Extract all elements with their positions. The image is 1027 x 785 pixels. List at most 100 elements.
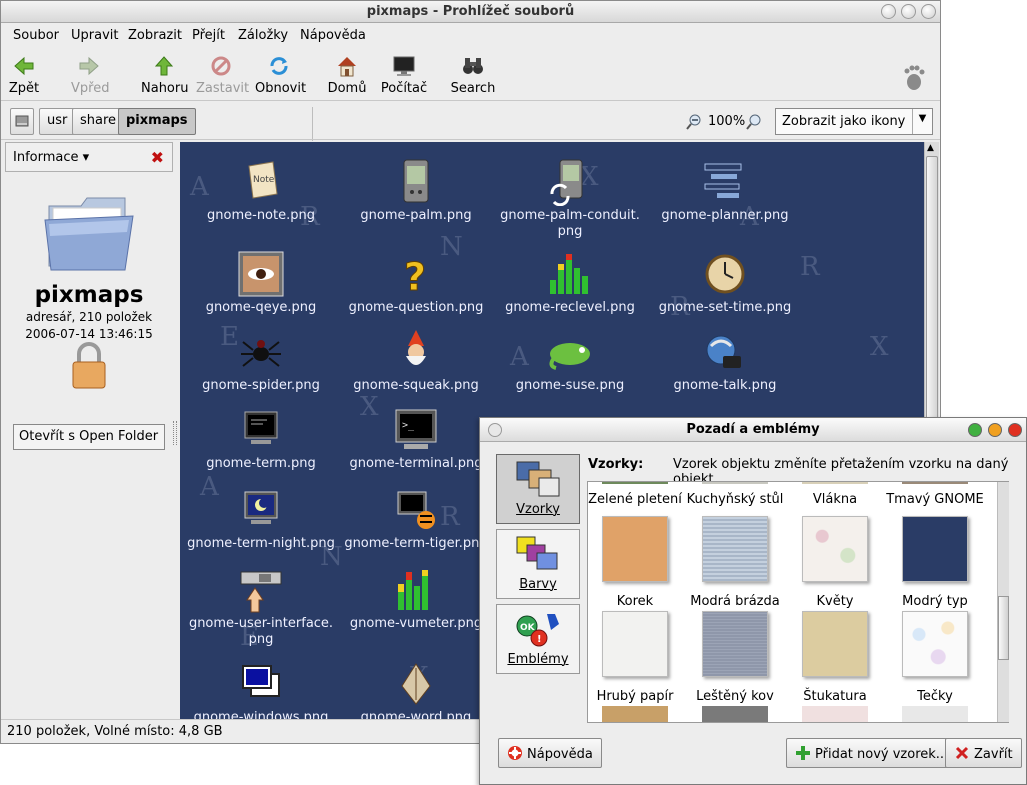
file-item[interactable]: gnome-qeye.png bbox=[180, 250, 346, 316]
swatch-partial[interactable] bbox=[602, 706, 668, 722]
swatch-scrollbar[interactable] bbox=[997, 482, 1009, 722]
up-arrow-icon bbox=[154, 56, 174, 76]
suse-chameleon-icon bbox=[549, 343, 590, 370]
swatch-grid[interactable]: Zelené pletení Kuchyňský stůl Vlákna Tma… bbox=[587, 481, 1009, 723]
stop-button[interactable]: Zastavit bbox=[196, 54, 249, 98]
menu-napoveda[interactable]: Nápověda bbox=[300, 28, 366, 43]
terminal-tiger-icon bbox=[397, 491, 435, 529]
dialog-maximize-button[interactable] bbox=[968, 423, 982, 437]
dialog-close-button[interactable] bbox=[1008, 423, 1022, 437]
path-button-usr[interactable]: usr bbox=[39, 108, 76, 135]
location-bar: usr share pixmaps 100% Zobrazit jako iko… bbox=[1, 102, 940, 140]
file-item[interactable]: >_ gnome-terminal.png bbox=[331, 406, 501, 472]
swatch-flowers[interactable]: Květy bbox=[785, 516, 885, 609]
menu-upravit[interactable]: Upravit bbox=[71, 28, 118, 43]
swatch-dots[interactable]: Tečky bbox=[885, 611, 985, 704]
stop-icon bbox=[211, 56, 231, 76]
forward-button[interactable]: Vpřed bbox=[71, 54, 109, 98]
open-with-button[interactable]: Otevřít s Open Folder bbox=[13, 424, 165, 450]
file-item[interactable]: gnome-palm.png bbox=[331, 158, 501, 224]
help-button[interactable]: Nápověda bbox=[498, 738, 602, 768]
swatch-stucco[interactable]: Štukatura bbox=[785, 611, 885, 704]
patterns-heading: Vzorky: bbox=[588, 457, 644, 472]
swatch-blue-type[interactable]: Modrý typ bbox=[885, 516, 985, 609]
minimize-button[interactable] bbox=[881, 4, 896, 19]
dialog-minimize-button[interactable] bbox=[988, 423, 1002, 437]
file-item[interactable]: gnome-spider.png bbox=[180, 328, 346, 394]
menu-zalozky[interactable]: Záložky bbox=[238, 28, 288, 43]
svg-text:>_: >_ bbox=[402, 420, 415, 431]
menu-prejit[interactable]: Přejít bbox=[192, 28, 225, 43]
file-item[interactable]: gnome-term-night.png bbox=[180, 486, 346, 552]
file-item[interactable]: gnome-word.png bbox=[331, 660, 501, 719]
category-patterns[interactable]: Vzorky bbox=[496, 454, 580, 524]
view-mode-select[interactable]: Zobrazit jako ikony ▼ bbox=[775, 108, 933, 135]
close-sidebar-icon[interactable]: ✖ bbox=[151, 148, 164, 167]
menu-soubor[interactable]: Soubor bbox=[13, 28, 59, 43]
home-button[interactable]: Domů bbox=[327, 54, 367, 98]
swatch-partial[interactable] bbox=[702, 482, 768, 484]
file-item[interactable]: gnome-windows.png bbox=[180, 660, 346, 719]
patterns-icon bbox=[516, 461, 560, 497]
category-colors[interactable]: Barvy bbox=[496, 529, 580, 599]
back-arrow-icon bbox=[14, 56, 34, 76]
search-button[interactable]: Search bbox=[449, 54, 497, 98]
swatch-rough-paper[interactable]: Hrubý papír bbox=[588, 611, 685, 704]
sidebar-resize-handle[interactable] bbox=[173, 421, 177, 445]
swatch-cork[interactable]: Korek bbox=[588, 516, 685, 609]
swatch-label: Zelené pletení bbox=[588, 492, 682, 507]
file-item[interactable]: gnome-user-interface. png bbox=[180, 566, 346, 648]
up-button[interactable]: Nahoru bbox=[141, 54, 188, 98]
scroll-up-arrow[interactable]: ▲ bbox=[927, 143, 934, 153]
maximize-button[interactable] bbox=[901, 4, 916, 19]
file-item[interactable]: gnome-term-tiger.png bbox=[331, 486, 501, 552]
file-item[interactable]: gnome-suse.png bbox=[485, 328, 655, 394]
sidebar: Informace ▾ ✖ pixmaps adresář, 210 polož… bbox=[5, 142, 173, 717]
path-button-pixmaps[interactable]: pixmaps bbox=[118, 108, 196, 135]
scrollbar-thumb[interactable] bbox=[998, 596, 1009, 660]
swatch-brushed-metal[interactable]: Leštěný kov bbox=[685, 611, 785, 704]
file-item[interactable]: gnome-reclevel.png bbox=[485, 250, 655, 316]
swatch-blue-ridge[interactable]: Modrá brázda bbox=[685, 516, 785, 609]
title-bar[interactable]: pixmaps - Prohlížeč souborů bbox=[1, 1, 940, 23]
computer-button[interactable]: Počítač bbox=[379, 54, 429, 98]
close-button[interactable] bbox=[921, 4, 936, 19]
swatch-partial[interactable] bbox=[902, 482, 968, 484]
svg-text:!: ! bbox=[537, 634, 542, 645]
swatch-partial[interactable] bbox=[702, 706, 768, 722]
add-pattern-button[interactable]: Přidat nový vzorek... bbox=[786, 738, 958, 768]
root-path-button[interactable] bbox=[10, 108, 34, 135]
terminal-night-icon bbox=[244, 491, 278, 524]
forward-arrow-icon bbox=[79, 56, 99, 76]
reload-button[interactable]: Obnovit bbox=[255, 54, 306, 98]
close-dialog-button[interactable]: Zavřít bbox=[945, 738, 1022, 768]
file-item[interactable]: ? gnome-question.png bbox=[331, 250, 501, 316]
swatch-partial[interactable] bbox=[602, 482, 668, 484]
scrollbar-thumb[interactable] bbox=[926, 156, 938, 456]
note-icon: Note bbox=[248, 161, 278, 199]
file-item[interactable]: gnome-planner.png bbox=[640, 158, 810, 224]
file-item[interactable]: gnome-palm-conduit. png bbox=[485, 158, 655, 240]
menu-bar: Soubor Upravit Zobrazit Přejít Záložky N… bbox=[1, 24, 940, 48]
zoom-out-icon[interactable] bbox=[686, 114, 702, 130]
dialog-title-bar[interactable]: Pozadí a emblémy bbox=[480, 418, 1026, 442]
swatch-partial[interactable] bbox=[802, 482, 868, 484]
category-emblems[interactable]: OK! Emblémy bbox=[496, 604, 580, 674]
path-button-share[interactable]: share bbox=[72, 108, 125, 135]
file-item[interactable]: gnome-vumeter.png bbox=[331, 566, 501, 632]
back-button[interactable]: Zpět bbox=[7, 54, 41, 98]
file-item[interactable]: gnome-squeak.png bbox=[331, 328, 501, 394]
zoom-in-icon[interactable] bbox=[746, 114, 762, 130]
menu-zobrazit[interactable]: Zobrazit bbox=[128, 28, 182, 43]
file-item[interactable]: Note gnome-note.png bbox=[180, 158, 346, 224]
swatch-image bbox=[802, 611, 868, 677]
file-item[interactable]: gnome-talk.png bbox=[640, 328, 810, 394]
file-item[interactable]: gnome-set-time.png bbox=[640, 250, 810, 316]
dialog-title: Pozadí a emblémy bbox=[686, 422, 820, 437]
sidebar-type-select[interactable]: Informace ▾ bbox=[13, 150, 89, 165]
swatch-partial[interactable] bbox=[802, 706, 868, 722]
file-item[interactable]: gnome-term.png bbox=[180, 406, 346, 472]
swatch-partial[interactable] bbox=[902, 706, 968, 722]
swatch-label: Vlákna bbox=[812, 492, 858, 507]
zoom-level[interactable]: 100% bbox=[708, 114, 745, 129]
